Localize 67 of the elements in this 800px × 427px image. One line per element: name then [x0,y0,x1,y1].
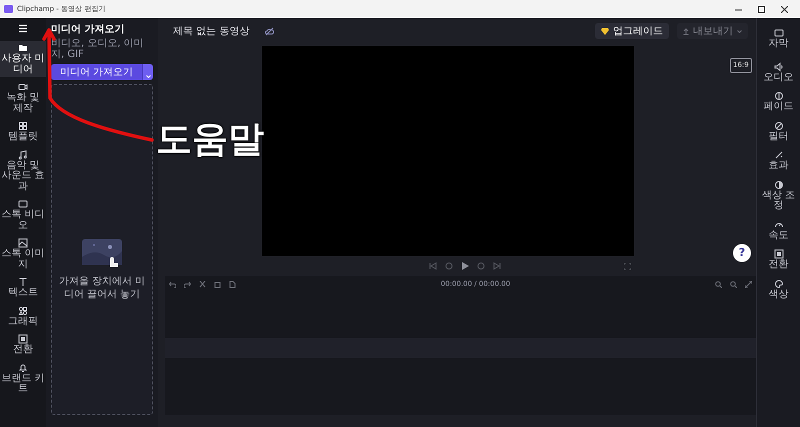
redo-icon[interactable] [184,280,191,288]
video-icon [18,199,28,209]
folder-icon [18,43,28,53]
panel-title: 미디어 가져오기 [51,23,126,37]
transition-icon [18,334,28,344]
shapes-icon [18,306,28,316]
diamond-icon [601,28,609,34]
skip-forward-icon[interactable] [492,262,500,270]
cloud-icon [265,26,274,36]
filter-icon [774,120,784,130]
play-icon[interactable] [460,262,468,270]
upload-icon [683,28,689,34]
maximize-icon[interactable] [758,6,765,12]
fullscreen-icon[interactable] [624,262,631,270]
help-button[interactable]: ? [733,244,751,262]
sidebar-item[interactable]: 템플릿 [0,119,46,144]
tool-item[interactable]: 색상 [758,276,800,302]
text-icon [18,277,28,287]
contrast-icon [774,180,784,190]
camera-icon [18,82,28,92]
tool-item[interactable]: 페이드 [758,89,800,114]
drop-zone[interactable]: 가져올 장치에서 미디어 끌어서 놓기 [51,84,153,415]
scissors-icon[interactable] [199,280,206,288]
project-title[interactable]: 제목 없는 동영상 [173,24,250,38]
tool-item[interactable]: 효과 [758,148,800,174]
transition-icon [774,249,784,259]
tool-item[interactable]: 전환 [758,247,800,272]
sidebar-item[interactable]: 사용자 미디어 [0,41,46,77]
palette-icon [774,278,784,288]
wand-icon [774,150,784,160]
annotation-label: 도움말 [156,118,264,162]
zoom-out-icon[interactable] [730,280,737,288]
dropdown-button[interactable] [142,64,153,80]
sidebar-item[interactable]: 스톡 이미지 [0,236,46,272]
bell-icon [18,362,28,372]
import-media-button[interactable]: 미디어 가져오기 [51,64,142,80]
tool-item[interactable]: 색상 조정 [758,178,800,214]
grid-icon [18,121,28,131]
captions-icon [774,28,784,38]
menu-icon[interactable] [18,24,28,33]
caret-icon [737,30,742,32]
file-icon[interactable] [229,280,236,288]
sidebar-item[interactable]: 녹화 및 제작 [0,80,46,116]
sidebar-item[interactable]: 텍스트 [0,275,46,300]
skip-back-icon[interactable] [428,262,436,270]
panel-subtitle: 비디오, 오디오, 이미지, GIF [51,38,145,60]
sidebar-item[interactable]: 그래픽 [0,304,46,329]
zoom-in-icon[interactable] [714,280,722,288]
drop-hint: 가져올 장치에서 미디어 끌어서 놓기 [58,274,146,300]
sidebar-item[interactable]: 전환 [0,332,46,358]
tool-item[interactable]: 자막 [758,26,800,52]
close-icon[interactable] [781,6,788,12]
sidebar-item[interactable]: 음악 및 사운드 효과 [0,148,46,194]
tool-item[interactable]: 필터 [758,118,800,144]
caret-icon [146,75,150,78]
upgrade-button[interactable]: 업그레이드 [595,23,669,39]
tool-item[interactable]: 오디오 [758,60,800,85]
fade-icon [774,91,784,101]
undo-icon[interactable] [169,280,176,288]
fit-icon[interactable] [744,280,752,288]
sidebar-item[interactable]: 브랜드 키트 [0,360,46,396]
speaker-icon [774,62,784,72]
tool-item[interactable]: 속도 [758,218,800,243]
sidebar-item[interactable]: 스톡 비디오 [0,197,46,233]
app-icon [4,5,13,13]
image-icon [18,238,28,248]
music-icon [18,150,28,160]
